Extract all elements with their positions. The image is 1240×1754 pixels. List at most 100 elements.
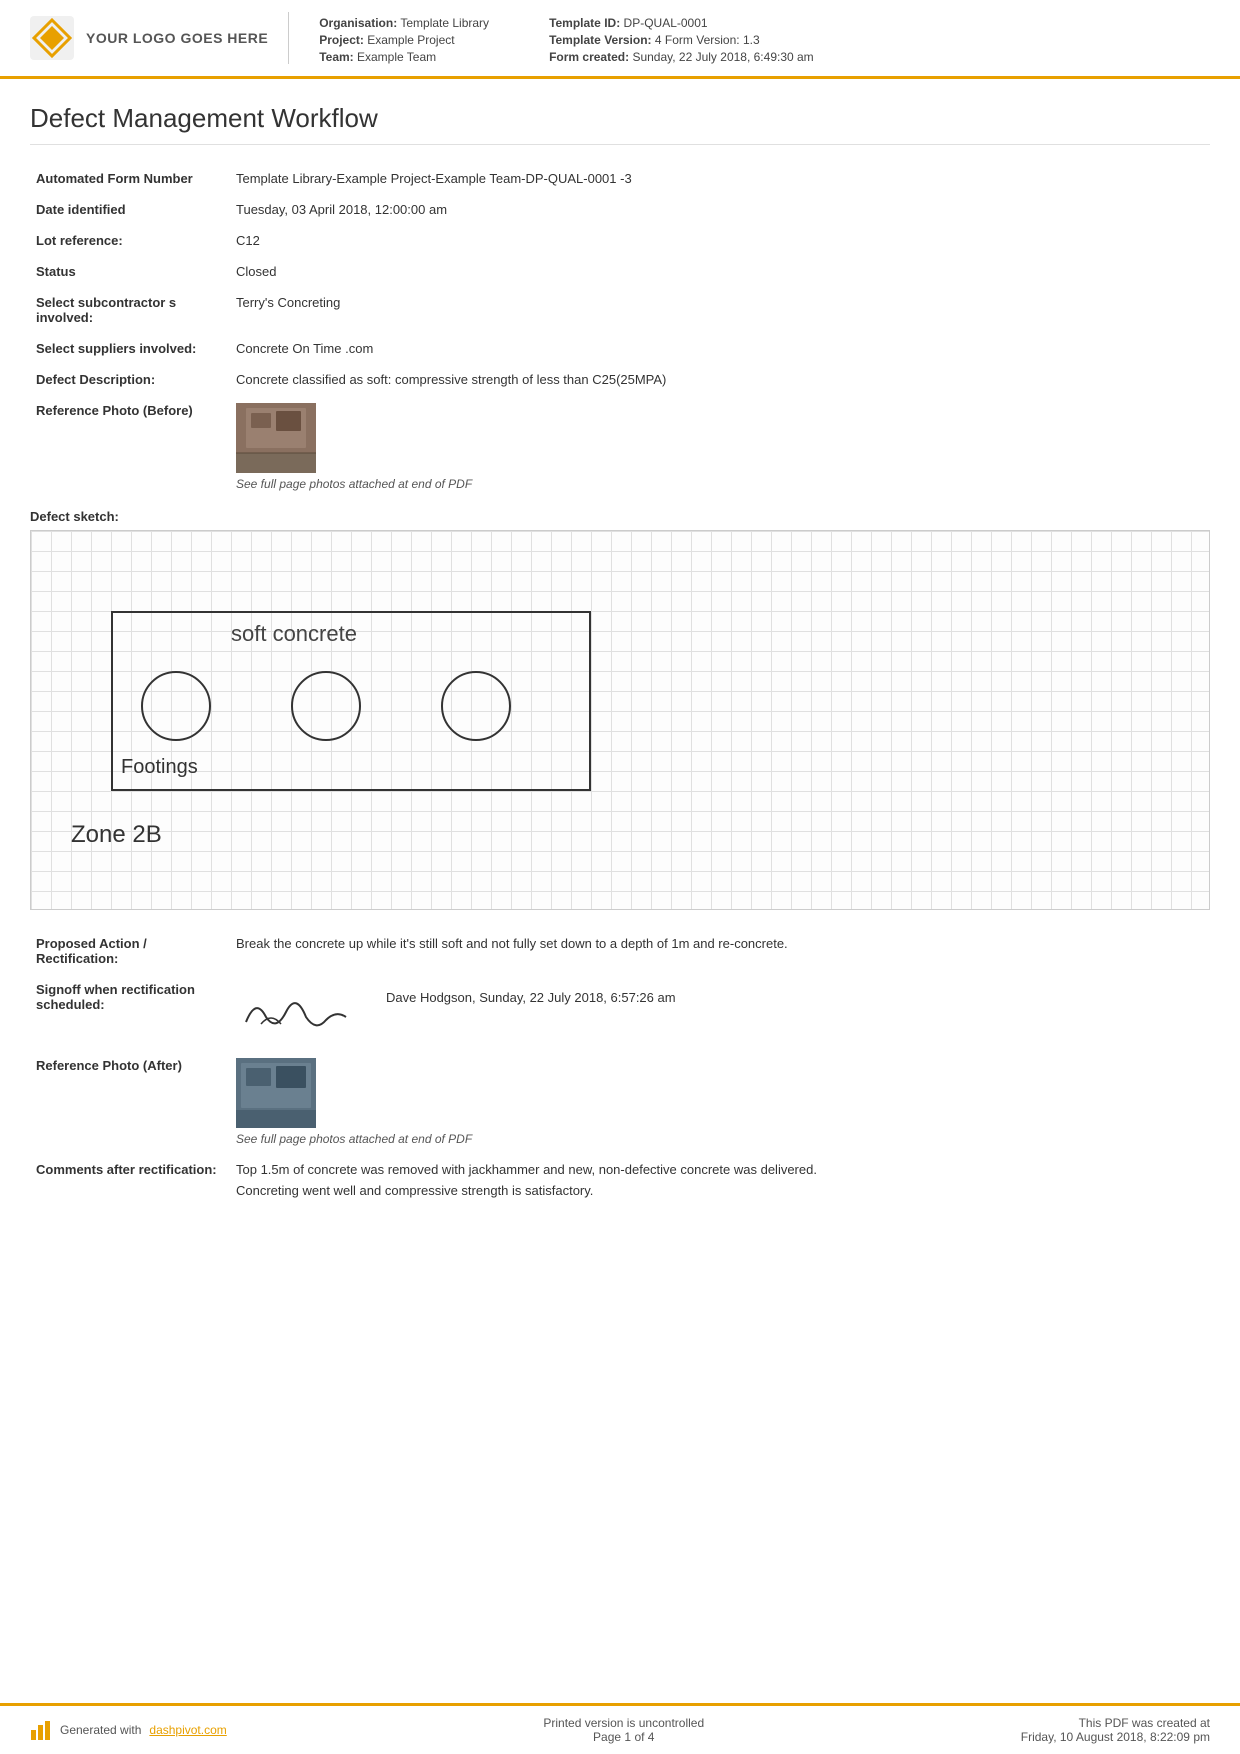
team-label: Team: xyxy=(319,50,353,64)
signoff-cell: Dave Hodgson, Sunday, 22 July 2018, 6:57… xyxy=(230,974,1210,1050)
lot-reference-value: C12 xyxy=(230,225,1210,256)
sketch-circle-3 xyxy=(441,671,511,741)
defect-sketch-section: Defect sketch: soft concrete Footings Zo… xyxy=(30,509,1210,910)
comments-value-2: Concreting went well and compressive str… xyxy=(236,1183,1204,1198)
status-label: Status xyxy=(30,256,230,287)
logo-icon xyxy=(30,16,74,60)
form-fields-table: Automated Form Number Template Library-E… xyxy=(30,163,1210,499)
defect-sketch-label: Defect sketch: xyxy=(30,509,1210,524)
reference-photo-after-cell: See full page photos attached at end of … xyxy=(230,1050,1210,1154)
footer-right: This PDF was created at Friday, 10 Augus… xyxy=(1021,1716,1210,1744)
form-created-label: Form created: xyxy=(549,50,629,64)
dashpivot-logo-icon xyxy=(30,1720,52,1740)
select-subcontractors-row: Select subcontractor s involved: Terry's… xyxy=(30,287,1210,333)
form-fields-table-2: Proposed Action / Rectification: Break t… xyxy=(30,928,1210,1206)
pdf-created-label: This PDF was created at xyxy=(1021,1716,1210,1730)
template-id-row: Template ID: DP-QUAL-0001 xyxy=(549,16,814,30)
status-row: Status Closed xyxy=(30,256,1210,287)
org-row: Organisation: Template Library xyxy=(319,16,489,30)
proposed-action-value: Break the concrete up while it's still s… xyxy=(230,928,1210,974)
dashpivot-link[interactable]: dashpivot.com xyxy=(149,1723,226,1737)
lot-reference-label: Lot reference: xyxy=(30,225,230,256)
header: YOUR LOGO GOES HERE Organisation: Templa… xyxy=(0,0,1240,79)
automated-form-number-label: Automated Form Number xyxy=(30,163,230,194)
select-suppliers-value: Concrete On Time .com xyxy=(230,333,1210,364)
form-created-row: Form created: Sunday, 22 July 2018, 6:49… xyxy=(549,50,814,64)
reference-photo-before-image xyxy=(236,403,316,473)
proposed-action-label: Proposed Action / Rectification: xyxy=(30,928,230,974)
automated-form-number-value: Template Library-Example Project-Example… xyxy=(230,163,1210,194)
status-value: Closed xyxy=(230,256,1210,287)
logo-text: YOUR LOGO GOES HERE xyxy=(86,30,268,46)
team-row: Team: Example Team xyxy=(319,50,489,64)
reference-photo-before-row: Reference Photo (Before) xyxy=(30,395,1210,499)
org-value: Template Library xyxy=(400,16,489,30)
date-identified-row: Date identified Tuesday, 03 April 2018, … xyxy=(30,194,1210,225)
header-meta: Organisation: Template Library Project: … xyxy=(319,12,1210,64)
main-content: Defect Management Workflow Automated For… xyxy=(0,79,1240,1703)
sketch-circle-1 xyxy=(141,671,211,741)
of-label: of 4 xyxy=(634,1730,654,1744)
form-version-value: 1.3 xyxy=(743,33,760,47)
page-info: Page 1 of 4 xyxy=(543,1730,704,1744)
pdf-created-value: Friday, 10 August 2018, 8:22:09 pm xyxy=(1021,1730,1210,1744)
template-id-value: DP-QUAL-0001 xyxy=(624,16,708,30)
reference-photo-before-note: See full page photos attached at end of … xyxy=(236,477,1204,491)
project-label: Project: xyxy=(319,33,364,47)
page-label: Page 1 xyxy=(593,1730,631,1744)
form-created-value: Sunday, 22 July 2018, 6:49:30 am xyxy=(632,50,813,64)
proposed-action-row: Proposed Action / Rectification: Break t… xyxy=(30,928,1210,974)
reference-photo-before-label: Reference Photo (Before) xyxy=(30,395,230,499)
signoff-label: Signoff when rectification scheduled: xyxy=(30,974,230,1050)
select-subcontractors-value: Terry's Concreting xyxy=(230,287,1210,333)
project-row: Project: Example Project xyxy=(319,33,489,47)
comments-label: Comments after rectification: xyxy=(30,1154,230,1206)
signature-image xyxy=(236,982,356,1042)
template-id-label: Template ID: xyxy=(549,16,620,30)
comments-value-1: Top 1.5m of concrete was removed with ja… xyxy=(236,1162,1204,1177)
signature-area: Dave Hodgson, Sunday, 22 July 2018, 6:57… xyxy=(236,982,1204,1042)
select-suppliers-row: Select suppliers involved: Concrete On T… xyxy=(30,333,1210,364)
defect-description-label: Defect Description: xyxy=(30,364,230,395)
logo-area: YOUR LOGO GOES HERE xyxy=(30,12,289,64)
page: YOUR LOGO GOES HERE Organisation: Templa… xyxy=(0,0,1240,1754)
sketch-footings-label: Footings xyxy=(121,756,198,779)
sketch-content: soft concrete Footings Zone 2B xyxy=(31,531,1209,909)
uncontrolled-text: Printed version is uncontrolled xyxy=(543,1716,704,1730)
defect-description-row: Defect Description: Concrete classified … xyxy=(30,364,1210,395)
footer: Generated with dashpivot.com Printed ver… xyxy=(0,1703,1240,1754)
date-identified-label: Date identified xyxy=(30,194,230,225)
lot-reference-row: Lot reference: C12 xyxy=(30,225,1210,256)
header-meta-right: Template ID: DP-QUAL-0001 Template Versi… xyxy=(549,16,814,64)
template-version-label: Template Version: xyxy=(549,33,651,47)
reference-photo-after-note: See full page photos attached at end of … xyxy=(236,1132,1204,1146)
date-identified-value: Tuesday, 03 April 2018, 12:00:00 am xyxy=(230,194,1210,225)
signoff-row: Signoff when rectification scheduled: Da… xyxy=(30,974,1210,1050)
comments-cell: Top 1.5m of concrete was removed with ja… xyxy=(230,1154,1210,1206)
footer-left: Generated with dashpivot.com xyxy=(30,1720,227,1740)
header-meta-left: Organisation: Template Library Project: … xyxy=(319,16,489,64)
defect-description-value: Concrete classified as soft: compressive… xyxy=(230,364,1210,395)
comments-row: Comments after rectification: Top 1.5m o… xyxy=(30,1154,1210,1206)
defect-sketch-container: soft concrete Footings Zone 2B xyxy=(30,530,1210,910)
select-suppliers-label: Select suppliers involved: xyxy=(30,333,230,364)
footer-center: Printed version is uncontrolled Page 1 o… xyxy=(543,1716,704,1744)
reference-photo-after-label: Reference Photo (After) xyxy=(30,1050,230,1154)
document-title: Defect Management Workflow xyxy=(30,103,1210,145)
signoff-value: Dave Hodgson, Sunday, 22 July 2018, 6:57… xyxy=(386,982,676,1005)
reference-photo-after-image xyxy=(236,1058,316,1128)
form-version-label: Form Version: xyxy=(665,33,740,47)
template-version-row: Template Version: 4 Form Version: 1.3 xyxy=(549,33,814,47)
project-value: Example Project xyxy=(367,33,454,47)
generated-label: Generated with xyxy=(60,1723,141,1737)
select-subcontractors-label: Select subcontractor s involved: xyxy=(30,287,230,333)
template-version-value: 4 xyxy=(655,33,662,47)
sketch-soft-concrete-label: soft concrete xyxy=(231,621,357,647)
sketch-zone-label: Zone 2B xyxy=(71,821,162,849)
reference-photo-after-row: Reference Photo (After) See full pag xyxy=(30,1050,1210,1154)
team-value: Example Team xyxy=(357,50,436,64)
org-label: Organisation: xyxy=(319,16,397,30)
sketch-circle-2 xyxy=(291,671,361,741)
reference-photo-before-cell: See full page photos attached at end of … xyxy=(230,395,1210,499)
automated-form-number-row: Automated Form Number Template Library-E… xyxy=(30,163,1210,194)
